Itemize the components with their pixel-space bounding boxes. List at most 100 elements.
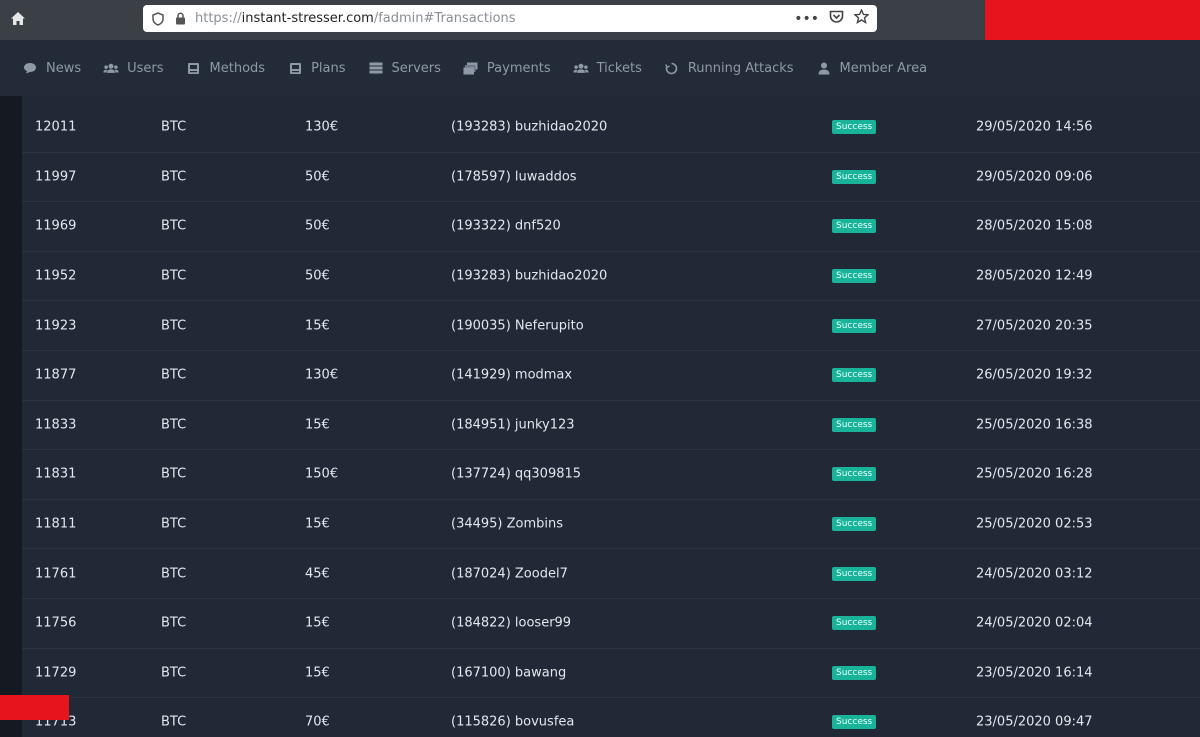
amount: 15€ [305, 417, 330, 433]
transaction-id: 11833 [35, 417, 77, 433]
user-link[interactable]: (178597) luwaddos [451, 169, 577, 184]
table-row[interactable]: 11833 BTC 15€ (184951) junky123 Success … [22, 401, 1200, 451]
nav-item-member-area[interactable]: Member Area [816, 61, 927, 76]
transaction-id: 11923 [35, 318, 77, 334]
amount: 15€ [305, 665, 330, 681]
nav-item-news[interactable]: News [22, 61, 81, 76]
transaction-date: 25/05/2020 02:53 [976, 516, 1093, 532]
table-row[interactable]: 11761 BTC 45€ (187024) Zoodel7 Success 2… [22, 549, 1200, 599]
nav-label: Users [127, 60, 164, 76]
transaction-date: 29/05/2020 09:06 [976, 169, 1093, 185]
status-badge: Success [832, 368, 877, 383]
status-badge: Success [832, 517, 877, 532]
nav-item-methods[interactable]: Methods [186, 61, 265, 76]
address-bar[interactable]: https://instant-stresser.com/fadmin#Tran… [143, 5, 877, 32]
user-link[interactable]: (193283) buzhidao2020 [451, 120, 607, 135]
status-badge: Success [832, 566, 877, 581]
payment-method: BTC [161, 268, 187, 284]
home-icon[interactable] [0, 0, 36, 36]
payment-method: BTC [161, 318, 187, 334]
bookmark-star-icon[interactable] [853, 8, 870, 28]
user-link[interactable]: (193283) buzhidao2020 [451, 269, 607, 284]
table-row[interactable]: 11713 BTC 70€ (115826) bovusfea Success … [22, 698, 1200, 737]
table-row[interactable]: 12011 BTC 130€ (193283) buzhidao2020 Suc… [22, 103, 1200, 153]
users-icon [573, 61, 589, 75]
payment-method: BTC [161, 665, 187, 681]
user-link[interactable]: (184951) junky123 [451, 417, 575, 432]
amount: 50€ [305, 268, 330, 284]
pocket-icon[interactable] [829, 10, 844, 28]
nav-item-plans[interactable]: Plans [287, 60, 346, 76]
user-link[interactable]: (137724) qq309815 [451, 467, 581, 482]
amount: 130€ [305, 367, 339, 383]
url-text[interactable]: https://instant-stresser.com/fadmin#Tran… [195, 11, 516, 26]
url-actions: ••• [794, 8, 877, 28]
payment-method: BTC [161, 218, 187, 234]
user-link[interactable]: (187024) Zoodel7 [451, 566, 568, 581]
money-icon [463, 61, 479, 75]
user-link[interactable]: (115826) bovusfea [451, 715, 574, 730]
user-link[interactable]: (34495) Zombins [451, 517, 563, 532]
transaction-date: 24/05/2020 03:12 [976, 566, 1093, 582]
transaction-id: 11969 [35, 218, 77, 234]
spinner-icon [664, 61, 680, 75]
payment-method: BTC [161, 516, 187, 532]
transaction-id: 11831 [35, 466, 77, 482]
amount: 15€ [305, 615, 330, 631]
page-actions-icon[interactable]: ••• [794, 11, 819, 27]
lock-icon[interactable] [171, 12, 189, 25]
user-link[interactable]: (184822) looser99 [451, 616, 571, 631]
status-badge: Success [832, 467, 877, 482]
payment-method: BTC [161, 417, 187, 433]
user-icon [816, 61, 832, 75]
table-row[interactable]: 11969 BTC 50€ (193322) dnf520 Success 28… [22, 202, 1200, 252]
payment-method: BTC [161, 169, 187, 185]
transaction-date: 23/05/2020 16:14 [976, 665, 1093, 681]
payment-method: BTC [161, 367, 187, 383]
transaction-date: 25/05/2020 16:28 [976, 466, 1093, 482]
nav-label: Servers [391, 60, 441, 76]
transaction-date: 29/05/2020 14:56 [976, 119, 1093, 135]
redaction-box [0, 695, 69, 720]
table-row[interactable]: 11811 BTC 15€ (34495) Zombins Success 25… [22, 500, 1200, 550]
status-badge: Success [832, 715, 877, 730]
table-row[interactable]: 11952 BTC 50€ (193283) buzhidao2020 Succ… [22, 252, 1200, 302]
server-icon [368, 61, 384, 75]
users-icon [103, 61, 119, 75]
nav-item-users[interactable]: Users [103, 60, 164, 76]
table-row[interactable]: 11877 BTC 130€ (141929) modmax Success 2… [22, 351, 1200, 401]
user-link[interactable]: (167100) bawang [451, 665, 566, 680]
user-link[interactable]: (193322) dnf520 [451, 219, 561, 234]
nav-item-tickets[interactable]: Tickets [573, 61, 642, 76]
amount: 130€ [305, 119, 339, 135]
amount: 150€ [305, 466, 339, 482]
status-badge: Success [832, 318, 877, 333]
transaction-id: 11952 [35, 268, 77, 284]
user-link[interactable]: (141929) modmax [451, 368, 572, 383]
transaction-date: 27/05/2020 20:35 [976, 318, 1093, 334]
transaction-date: 28/05/2020 12:49 [976, 268, 1093, 284]
table-row[interactable]: 11923 BTC 15€ (190035) Neferupito Succes… [22, 301, 1200, 351]
payment-method: BTC [161, 615, 187, 631]
user-link[interactable]: (190035) Neferupito [451, 318, 584, 333]
status-badge: Success [832, 219, 877, 234]
redaction-box [985, 0, 1200, 40]
table-row[interactable]: 11831 BTC 150€ (137724) qq309815 Success… [22, 450, 1200, 500]
tracking-shield-icon[interactable] [149, 11, 167, 26]
status-badge: Success [832, 417, 877, 432]
table-row[interactable]: 11997 BTC 50€ (178597) luwaddos Success … [22, 153, 1200, 203]
table-row[interactable]: 11756 BTC 15€ (184822) looser99 Success … [22, 599, 1200, 649]
table-row[interactable]: 11729 BTC 15€ (167100) bawang Success 23… [22, 649, 1200, 699]
nav-item-payments[interactable]: Payments [463, 61, 551, 76]
book-icon [186, 61, 202, 75]
payment-method: BTC [161, 714, 187, 730]
payment-method: BTC [161, 119, 187, 135]
transaction-date: 26/05/2020 19:32 [976, 367, 1093, 383]
transaction-id: 11877 [35, 367, 77, 383]
transactions-table: 12011 BTC 130€ (193283) buzhidao2020 Suc… [22, 96, 1200, 737]
nav-item-running-attacks[interactable]: Running Attacks [664, 61, 794, 76]
url-host: instant-stresser.com [241, 11, 374, 26]
nav-label: Plans [311, 60, 346, 76]
nav-item-servers[interactable]: Servers [368, 61, 441, 76]
amount: 70€ [305, 714, 330, 730]
